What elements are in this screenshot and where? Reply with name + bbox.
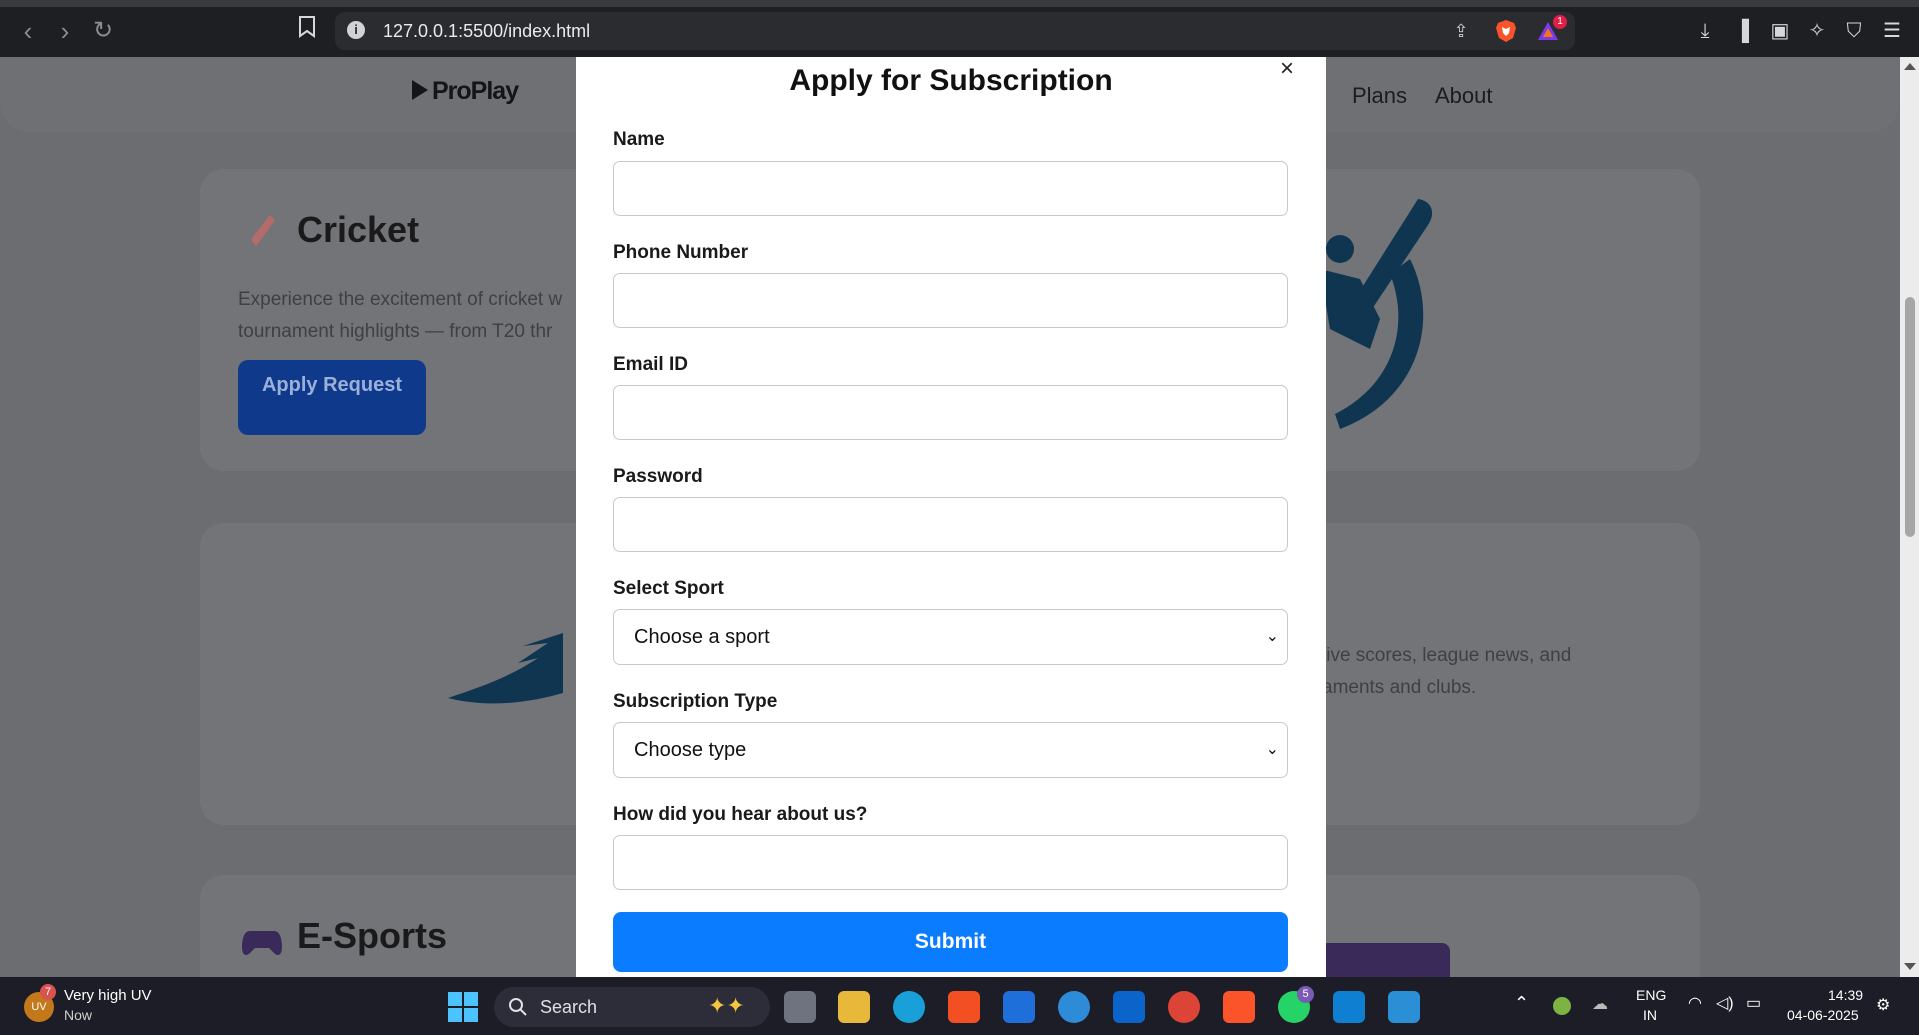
tab-strip <box>0 0 1919 7</box>
sport-label: Select Sport <box>613 578 724 599</box>
site-info-icon[interactable]: i <box>347 21 365 39</box>
modal-title: Apply for Subscription <box>789 64 1113 97</box>
site-logo[interactable]: ProPlay <box>412 77 519 106</box>
clock-time[interactable]: 14:39 <box>1828 987 1863 1003</box>
tray-app-icon[interactable] <box>1553 997 1571 1015</box>
esports-image <box>1320 943 1450 977</box>
cricket-text-1: Experience the excitement of cricket w <box>238 289 563 310</box>
football-text-1: live scores, league news, and <box>1322 645 1572 666</box>
taskbar: UV 7 Very high UV Now Search ✦✦ 5 ⌃ ☁ EN… <box>0 977 1919 1035</box>
taskbar-search[interactable]: Search ✦✦ <box>494 987 770 1027</box>
sport-select[interactable]: Choose a sport ⌄ <box>613 609 1288 665</box>
chrome-icon[interactable] <box>1168 991 1200 1023</box>
leo-ai-icon[interactable]: ✧ <box>1804 18 1830 44</box>
rewards-badge: 1 <box>1553 15 1567 29</box>
task-view-icon[interactable] <box>784 991 816 1023</box>
search-label: Search <box>540 997 598 1017</box>
outlook-icon[interactable] <box>1113 991 1145 1023</box>
windows-start-icon[interactable] <box>448 992 478 1022</box>
vpn-icon[interactable]: ⛉ <box>1841 18 1867 44</box>
chevron-down-icon: ⌄ <box>1265 741 1279 758</box>
password-label: Password <box>613 466 703 487</box>
forward-icon[interactable]: › <box>50 16 80 46</box>
notepad-icon[interactable] <box>1388 991 1420 1023</box>
share-icon[interactable]: ⇪ <box>1450 20 1472 42</box>
menu-icon[interactable]: ☰ <box>1879 18 1905 44</box>
chevron-down-icon: ⌄ <box>1265 628 1279 645</box>
copilot-sparkle-icon: ✦✦ <box>708 993 745 1018</box>
football-swoosh-icon <box>448 633 563 704</box>
hear-about-label: How did you hear about us? <box>613 804 868 825</box>
subscription-type-select[interactable]: Choose type ⌄ <box>613 722 1288 778</box>
play-icon <box>412 80 428 100</box>
email-label: Email ID <box>613 354 688 375</box>
subscription-type-value: Choose type <box>634 739 747 761</box>
download-icon[interactable]: ⤓ <box>1692 18 1718 44</box>
store-icon[interactable] <box>948 991 980 1023</box>
weather-badge: 7 <box>40 984 56 1000</box>
phone-label: Phone Number <box>613 242 749 263</box>
phone-input[interactable] <box>613 273 1288 328</box>
battery-icon[interactable]: ▭ <box>1746 993 1761 1013</box>
back-icon[interactable]: ‹ <box>13 16 43 46</box>
myhp-icon[interactable] <box>1003 991 1035 1023</box>
cricket-text-2: tournament highlights — from T20 thr <box>238 321 553 342</box>
scroll-thumb[interactable] <box>1905 297 1915 537</box>
page-scrollbar[interactable] <box>1900 57 1919 977</box>
file-explorer-icon[interactable] <box>838 991 870 1023</box>
name-input[interactable] <box>613 161 1288 216</box>
weather-subtitle: Now <box>64 1007 93 1023</box>
notification-icon[interactable]: ⚙ <box>1876 995 1890 1015</box>
game-controller-icon <box>242 931 282 955</box>
subscription-type-label: Subscription Type <box>613 691 778 712</box>
search-icon <box>509 998 527 1016</box>
bookmark-icon[interactable] <box>292 16 322 46</box>
language-in[interactable]: IN <box>1643 1007 1657 1023</box>
logo-text: ProPlay <box>432 77 519 105</box>
hear-about-input[interactable] <box>613 835 1288 890</box>
sport-select-value: Choose a sport <box>634 626 770 648</box>
chevron-up-icon[interactable]: ⌃ <box>1514 993 1529 1014</box>
name-label: Name <box>613 129 665 150</box>
email-input[interactable] <box>613 385 1288 440</box>
weather-title: Very high UV <box>64 987 152 1004</box>
vscode-icon[interactable] <box>1333 991 1365 1023</box>
edge-icon[interactable] <box>893 991 925 1023</box>
password-input[interactable] <box>613 497 1288 552</box>
cloud-offline-icon[interactable]: ☁ <box>1592 994 1608 1014</box>
address-bar[interactable]: i 127.0.0.1:5500/index.html ⇪ <box>335 12 1575 50</box>
language-eng[interactable]: ENG <box>1636 987 1666 1003</box>
reload-icon[interactable]: ↻ <box>88 16 118 46</box>
volume-icon[interactable]: ◁) <box>1716 993 1734 1013</box>
clock-date[interactable]: 04-06-2025 <box>1787 1007 1859 1023</box>
football-text-2: aments and clubs. <box>1322 677 1477 698</box>
subscription-modal: × Apply for Subscription Name Phone Numb… <box>576 57 1326 977</box>
wallet-icon[interactable]: ▣ <box>1767 18 1793 44</box>
scroll-up-icon[interactable] <box>1904 63 1916 70</box>
browser-toolbar: ‹ › ↻ i 127.0.0.1:5500/index.html ⇪ 1 ⤓ … <box>0 0 1919 57</box>
sidebar-icon[interactable]: ▐ <box>1729 18 1755 44</box>
brave-shields-icon[interactable] <box>1494 19 1518 43</box>
brave-taskbar-icon[interactable] <box>1223 991 1255 1023</box>
help-icon[interactable] <box>1058 991 1090 1023</box>
whatsapp-badge: 5 <box>1297 986 1314 1003</box>
nav-plans[interactable]: Plans <box>1352 83 1407 109</box>
esports-title: E-Sports <box>297 915 448 956</box>
cricket-title: Cricket <box>297 209 420 250</box>
nav-about[interactable]: About <box>1435 83 1493 109</box>
submit-button[interactable]: Submit <box>613 912 1288 972</box>
address-url: 127.0.0.1:5500/index.html <box>383 21 591 41</box>
cricket-bat-icon <box>251 215 275 246</box>
scroll-down-icon[interactable] <box>1904 963 1916 970</box>
wifi-icon[interactable]: ◠ <box>1688 993 1702 1013</box>
apply-request-button[interactable]: Apply Request <box>238 360 426 435</box>
